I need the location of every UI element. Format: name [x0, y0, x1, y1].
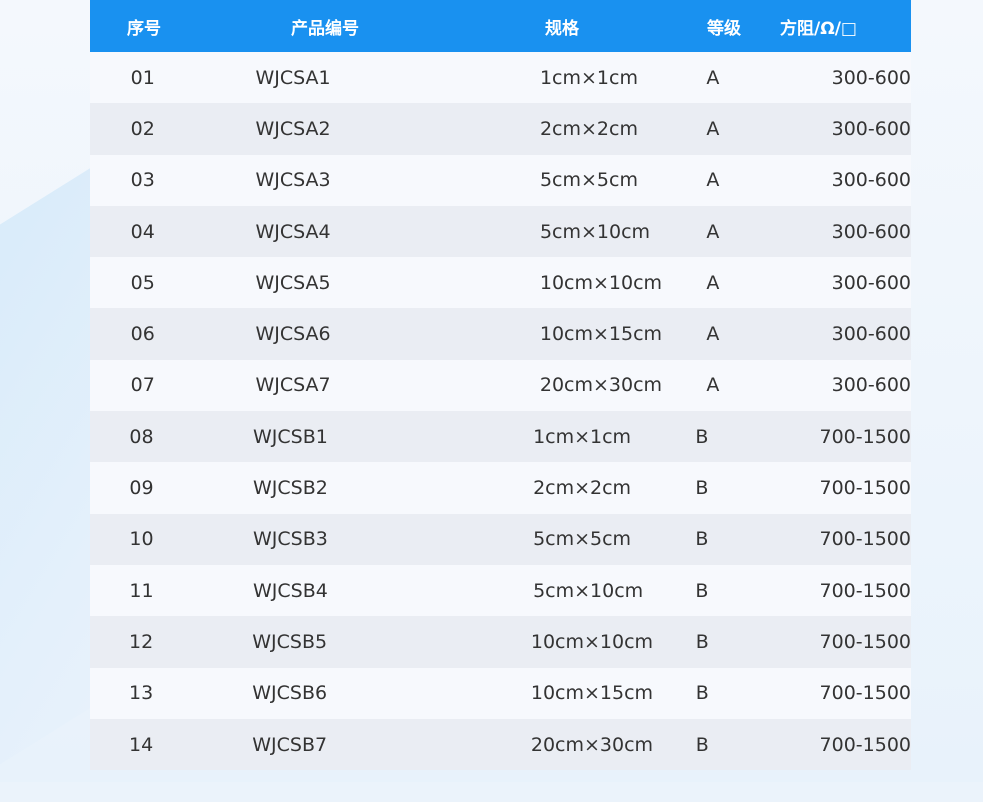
cell-serial: 13 — [129, 682, 154, 705]
cell-spec: 5cm×5cm — [539, 169, 638, 192]
cell-grade: B — [695, 579, 709, 602]
cell-spec: 10cm×10cm — [539, 271, 663, 294]
table-row: 10 WJCSB3 5cm×5cm B 700-1500 — [90, 513, 911, 565]
cell-grade: A — [706, 117, 720, 140]
header-grade: 等级 — [707, 18, 741, 39]
cell-grade: A — [706, 271, 720, 294]
cell-sheet-resistance: 300-600 — [831, 169, 911, 192]
table-row: 14 WJCSB7 20cm×30cm B 700-1500 — [90, 718, 911, 771]
cell-product-code: WJCSB3 — [253, 528, 328, 551]
table-row: 07 WJCSA7 20cm×30cm A 300-600 — [90, 359, 911, 412]
cell-sheet-resistance: 700-1500 — [819, 579, 911, 602]
table-row: 03 WJCSA3 5cm×5cm A 300-600 — [90, 154, 911, 206]
header-serial: 序号 — [127, 18, 161, 39]
cell-sheet-resistance: 700-1500 — [819, 630, 911, 653]
cell-serial: 03 — [130, 169, 155, 192]
cell-grade: B — [695, 682, 709, 705]
cell-grade: B — [695, 477, 709, 500]
cell-serial: 09 — [129, 477, 154, 500]
header-spec: 规格 — [545, 18, 579, 39]
header-product-code: 产品编号 — [291, 18, 359, 39]
product-spec-table: 序号 产品编号 规格 等级 方阻/Ω/□ 01 WJCSA1 1cm×1cm A… — [90, 0, 911, 771]
table-row: 12 WJCSB5 10cm×10cm B 700-1500 — [90, 616, 911, 668]
table-row: 11 WJCSB4 5cm×10cm B 700-1500 — [90, 564, 911, 617]
cell-product-code: WJCSB6 — [252, 682, 328, 705]
table-row: 13 WJCSB6 10cm×15cm B 700-1500 — [90, 667, 911, 719]
cell-spec: 10cm×15cm — [539, 323, 663, 346]
cell-sheet-resistance: 700-1500 — [819, 425, 911, 448]
cell-sheet-resistance: 300-600 — [831, 220, 911, 243]
cell-spec: 1cm×1cm — [533, 425, 632, 448]
header-sheet-resistance: 方阻/Ω/□ — [780, 18, 857, 39]
cell-sheet-resistance: 700-1500 — [819, 733, 911, 756]
cell-spec: 5cm×10cm — [539, 220, 651, 243]
table-row: 09 WJCSB2 2cm×2cm B 700-1500 — [90, 462, 911, 514]
cell-grade: A — [706, 323, 720, 346]
cell-product-code: WJCSA3 — [255, 169, 331, 192]
cell-spec: 5cm×10cm — [533, 579, 644, 602]
cell-spec: 2cm×2cm — [539, 117, 638, 140]
table-row: 08 WJCSB1 1cm×1cm B 700-1500 — [90, 411, 911, 463]
cell-sheet-resistance: 300-600 — [831, 374, 911, 397]
cell-grade: A — [706, 220, 720, 243]
cell-product-code: WJCSA2 — [255, 117, 331, 140]
cell-product-code: WJCSA7 — [255, 374, 331, 397]
table-row: 05 WJCSA5 10cm×10cm A 300-600 — [90, 257, 911, 309]
table-header-row: 序号 产品编号 规格 等级 方阻/Ω/□ — [90, 0, 911, 52]
cell-serial: 07 — [130, 374, 155, 397]
cell-sheet-resistance: 700-1500 — [819, 528, 911, 551]
cell-product-code: WJCSA4 — [255, 220, 331, 243]
cell-product-code: WJCSB5 — [252, 630, 328, 653]
cell-sheet-resistance: 700-1500 — [819, 682, 911, 705]
cell-serial: 10 — [129, 528, 154, 551]
cell-serial: 08 — [129, 425, 154, 448]
cell-grade: B — [695, 425, 709, 448]
cell-product-code: WJCSB4 — [253, 579, 328, 602]
table-row: 04 WJCSA4 5cm×10cm A 300-600 — [90, 205, 911, 258]
cell-grade: A — [706, 169, 720, 192]
cell-spec: 5cm×5cm — [533, 528, 632, 551]
cell-grade: A — [706, 374, 720, 397]
cell-grade: B — [695, 528, 709, 551]
cell-spec: 10cm×15cm — [530, 682, 654, 705]
cell-sheet-resistance: 300-600 — [831, 66, 911, 89]
cell-grade: A — [706, 66, 720, 89]
cell-serial: 01 — [130, 66, 155, 89]
cell-sheet-resistance: 300-600 — [831, 271, 911, 294]
cell-product-code: WJCSA1 — [255, 66, 331, 89]
cell-spec: 20cm×30cm — [539, 374, 663, 397]
cell-spec: 20cm×30cm — [530, 733, 654, 756]
cell-product-code: WJCSA6 — [255, 323, 331, 346]
table-row: 01 WJCSA1 1cm×1cm A 300-600 — [90, 52, 911, 104]
cell-product-code: WJCSB2 — [253, 477, 328, 500]
cell-spec: 2cm×2cm — [533, 477, 632, 500]
cell-grade: B — [695, 630, 709, 653]
cell-spec: 10cm×10cm — [530, 630, 654, 653]
cell-sheet-resistance: 700-1500 — [819, 477, 911, 500]
table-row: 06 WJCSA6 10cm×15cm A 300-600 — [90, 308, 911, 360]
cell-serial: 04 — [130, 220, 155, 243]
cell-spec: 1cm×1cm — [539, 66, 638, 89]
cell-product-code: WJCSB1 — [253, 425, 328, 448]
cell-serial: 05 — [130, 271, 155, 294]
cell-sheet-resistance: 300-600 — [831, 323, 911, 346]
cell-serial: 14 — [129, 733, 154, 756]
table-row: 02 WJCSA2 2cm×2cm A 300-600 — [90, 103, 911, 155]
cell-product-code: WJCSB7 — [252, 733, 328, 756]
cell-grade: B — [695, 733, 709, 756]
cell-serial: 02 — [130, 117, 155, 140]
cell-product-code: WJCSA5 — [255, 271, 331, 294]
cell-serial: 12 — [129, 630, 154, 653]
cell-serial: 06 — [130, 323, 155, 346]
cell-serial: 11 — [129, 579, 154, 602]
cell-sheet-resistance: 300-600 — [831, 117, 911, 140]
